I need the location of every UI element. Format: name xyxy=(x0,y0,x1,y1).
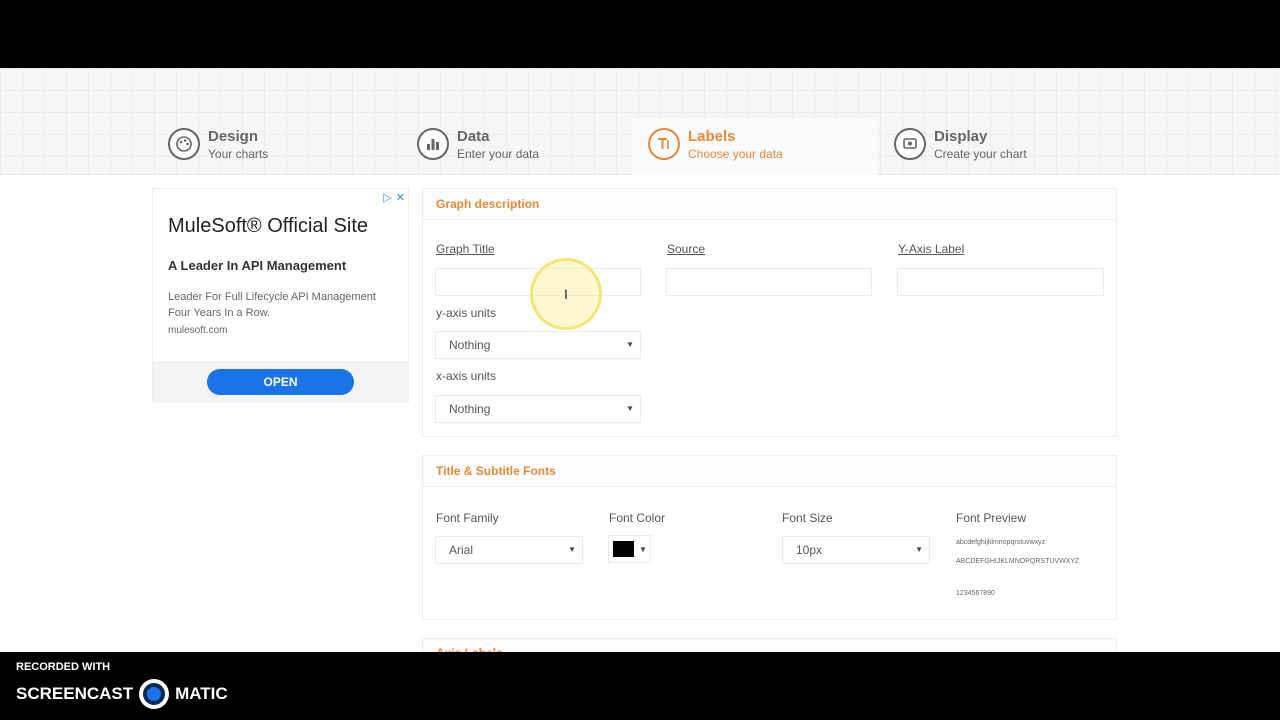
font-size-select[interactable]: 10px ▼ xyxy=(782,536,930,564)
y-axis-label-input[interactable] xyxy=(897,268,1104,296)
brand-right: MATIC xyxy=(175,684,228,703)
x-axis-units-value: Nothing xyxy=(449,402,491,416)
record-dot-icon xyxy=(139,679,170,709)
chevron-down-icon: ▼ xyxy=(626,404,634,413)
ad-tagline: A Leader In API Management xyxy=(168,258,347,273)
font-preview-digits: 1234567890 xyxy=(956,590,995,597)
source-input[interactable] xyxy=(666,268,872,296)
step-labels[interactable]: Labels Choose your data xyxy=(632,118,877,175)
color-swatch xyxy=(613,541,634,557)
y-axis-units-label: y-axis units xyxy=(436,306,497,320)
step-title: Labels xyxy=(688,128,736,145)
x-axis-units-select[interactable]: Nothing ▼ xyxy=(435,395,641,423)
bar-chart-icon xyxy=(417,128,449,160)
y-axis-label-label: Y-Axis Label xyxy=(898,242,965,256)
step-title: Data xyxy=(457,128,490,145)
chevron-down-icon: ▼ xyxy=(639,544,647,554)
chevron-down-icon: ▼ xyxy=(568,545,576,554)
title-fonts-panel: Title & Subtitle Fonts Font Family Font … xyxy=(422,455,1117,620)
page: Design Your charts Data Enter your data … xyxy=(0,68,1280,652)
advertisement[interactable]: ▷ ✕ MuleSoft® Official Site A Leader In … xyxy=(152,188,409,403)
source-label: Source xyxy=(667,242,706,256)
step-subtitle: Create your chart xyxy=(934,147,1027,161)
y-axis-units-value: Nothing xyxy=(449,338,491,352)
ad-description: Leader For Full Lifecycle API Management… xyxy=(168,291,376,319)
font-family-select[interactable]: Arial ▼ xyxy=(435,536,583,564)
panel-header: Axis Labels xyxy=(423,639,1116,652)
panel-header: Title & Subtitle Fonts xyxy=(423,456,1116,487)
ad-choices[interactable]: ▷ ✕ xyxy=(383,191,405,204)
font-color-picker[interactable]: ▼ xyxy=(608,535,651,563)
font-color-label: Font Color xyxy=(609,511,666,525)
font-family-label: Font Family xyxy=(436,511,499,525)
font-preview-lower: abcdefghijklmnopqrstuvwxyz xyxy=(956,539,1046,546)
screencast-watermark: SCREENCAST MATIC xyxy=(16,679,228,709)
font-size-value: 10px xyxy=(796,543,823,557)
step-data[interactable]: Data Enter your data xyxy=(417,118,539,175)
ad-open-button[interactable]: OPEN xyxy=(207,369,354,395)
chevron-down-icon: ▼ xyxy=(915,545,923,554)
step-display[interactable]: Display Create your chart xyxy=(894,118,1027,175)
step-title: Design xyxy=(208,128,259,145)
recorded-with-label: RECORDED WITH xyxy=(16,661,111,673)
axis-labels-panel: Axis Labels xyxy=(422,638,1117,652)
text-cursor-icon: I xyxy=(564,286,568,302)
close-icon[interactable]: ✕ xyxy=(396,191,405,204)
step-subtitle: Your charts xyxy=(208,147,269,161)
font-size-label: Font Size xyxy=(782,511,833,525)
x-axis-units-label: x-axis units xyxy=(436,369,497,383)
brand-left: SCREENCAST xyxy=(16,684,134,703)
ad-url[interactable]: mulesoft.com xyxy=(168,325,393,336)
graph-title-label: Graph Title xyxy=(436,242,495,256)
step-subtitle: Choose your data xyxy=(688,147,783,161)
chevron-down-icon: ▼ xyxy=(626,340,634,349)
panel-header: Graph description xyxy=(423,189,1116,220)
step-design[interactable]: Design Your charts xyxy=(168,118,268,175)
ad-info-icon[interactable]: ▷ xyxy=(383,191,391,204)
step-title: Display xyxy=(934,128,988,145)
wizard-stepper: Design Your charts Data Enter your data … xyxy=(0,68,1280,175)
font-preview-upper: ABCDEFGHIJKLMNOPQRSTUVWXYZ xyxy=(956,558,1080,565)
step-subtitle: Enter your data xyxy=(457,147,540,161)
text-label-icon xyxy=(648,128,680,160)
palette-icon xyxy=(168,128,200,160)
monitor-icon xyxy=(894,128,926,160)
graph-description-panel: Graph description Graph Title Source Y-A… xyxy=(422,188,1117,437)
font-family-value: Arial xyxy=(449,543,474,557)
ad-title[interactable]: MuleSoft® Official Site xyxy=(168,215,393,238)
y-axis-units-select[interactable]: Nothing ▼ xyxy=(435,331,641,359)
font-preview-label: Font Preview xyxy=(956,511,1027,525)
